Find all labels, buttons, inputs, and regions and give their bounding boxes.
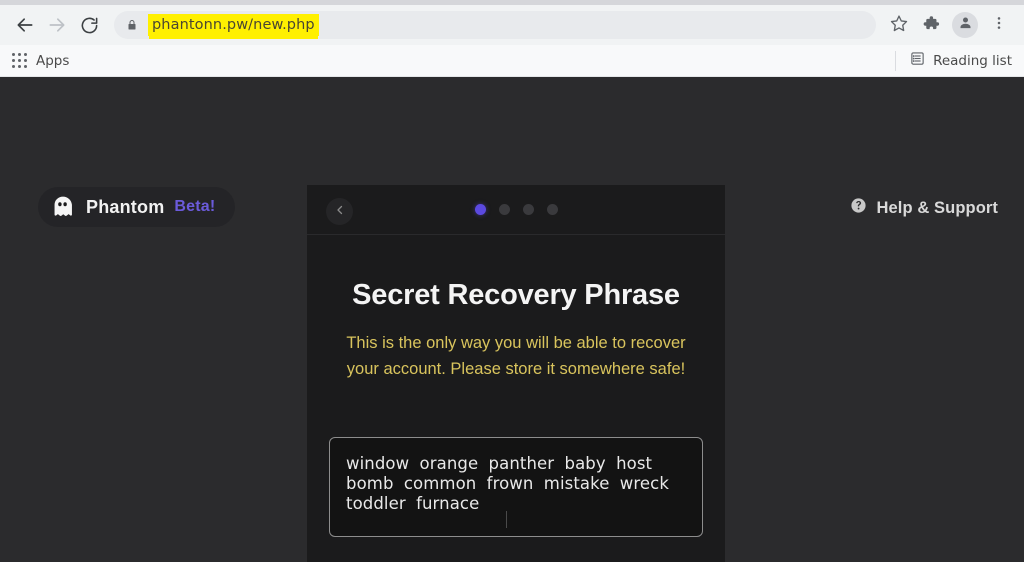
- help-support-link[interactable]: Help & Support: [850, 197, 998, 219]
- reading-list-icon: [910, 51, 925, 71]
- three-dot-menu-icon: [991, 15, 1007, 36]
- arrow-right-icon: [47, 15, 67, 35]
- address-bar[interactable]: phantonn.pw/new.php: [114, 11, 876, 39]
- url-input[interactable]: phantonn.pw/new.php: [148, 14, 319, 36]
- person-avatar-icon: [958, 15, 973, 35]
- modal-header: [307, 185, 725, 235]
- ghost-icon: [50, 194, 76, 220]
- bookmark-button[interactable]: [884, 10, 914, 40]
- onboarding-modal: Secret Recovery Phrase This is the only …: [307, 185, 725, 562]
- reload-icon: [80, 16, 99, 35]
- apps-label: Apps: [36, 52, 70, 69]
- reload-button[interactable]: [74, 10, 104, 40]
- step-dot-3: [522, 204, 534, 215]
- bookmarks-bar: Apps Reading list: [0, 45, 1024, 77]
- phantom-page: Phantom Beta! Help & Support Secret Reco…: [0, 77, 1024, 562]
- lock-icon: [126, 18, 138, 32]
- modal-body: Secret Recovery Phrase This is the only …: [307, 279, 725, 562]
- browser-menu-button[interactable]: [984, 10, 1014, 40]
- step-indicator: [307, 204, 725, 215]
- puzzle-piece-icon: [922, 14, 940, 37]
- step-dot-4: [546, 204, 558, 215]
- text-caret-icon: [506, 511, 507, 528]
- apps-grid-icon: [12, 53, 27, 68]
- question-mark-circle-icon: [850, 197, 867, 219]
- arrow-left-icon: [15, 15, 35, 35]
- warning-text: This is the only way you will be able to…: [346, 334, 686, 378]
- page-title: Secret Recovery Phrase: [352, 279, 680, 311]
- brand-name: Phantom: [86, 196, 165, 217]
- phantom-brand[interactable]: Phantom Beta!: [38, 187, 236, 227]
- reading-list-button[interactable]: Reading list: [895, 50, 1012, 71]
- seed-phrase-box[interactable]: window orange panther baby host bomb com…: [329, 437, 703, 537]
- profile-button[interactable]: [952, 12, 978, 38]
- reading-list-label: Reading list: [933, 52, 1012, 69]
- step-dot-1: [474, 204, 486, 215]
- back-button[interactable]: [10, 10, 40, 40]
- seed-phrase-words: window orange panther baby host bomb com…: [346, 454, 669, 513]
- help-support-label: Help & Support: [876, 198, 998, 217]
- browser-toolbar: phantonn.pw/new.php: [0, 5, 1024, 45]
- star-icon: [890, 14, 908, 37]
- forward-button[interactable]: [42, 10, 72, 40]
- apps-shortcut[interactable]: Apps: [12, 53, 69, 69]
- step-dot-2: [498, 204, 510, 215]
- brand-beta-badge: Beta!: [174, 198, 216, 215]
- extensions-button[interactable]: [916, 10, 946, 40]
